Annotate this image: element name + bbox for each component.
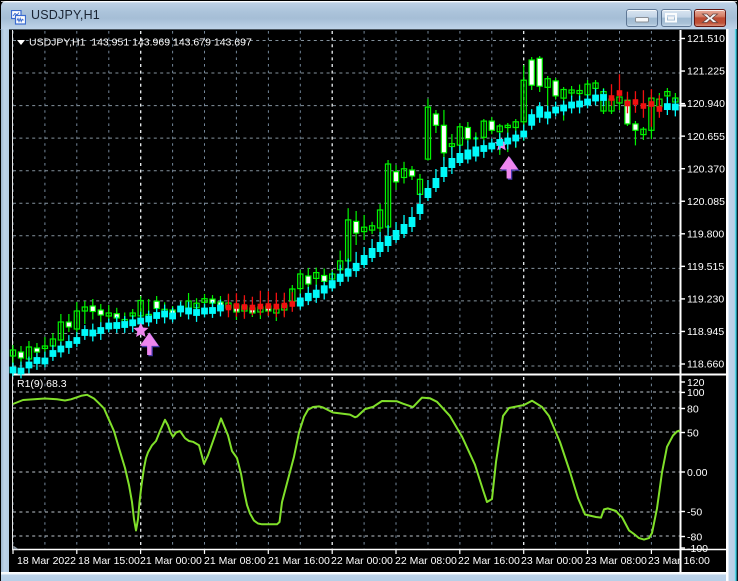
svg-text:118.945: 118.945 (687, 326, 724, 338)
svg-text:119.230: 119.230 (687, 294, 724, 306)
svg-text:23 Mar 08:00: 23 Mar 08:00 (585, 555, 647, 567)
svg-text:23 Mar 00:00: 23 Mar 00:00 (521, 555, 583, 567)
svg-text:120.370: 120.370 (687, 163, 725, 175)
svg-text:22 Mar 00:00: 22 Mar 00:00 (331, 555, 393, 567)
svg-text:23 Mar 16:00: 23 Mar 16:00 (648, 555, 710, 567)
svg-text:0.00: 0.00 (687, 467, 708, 479)
svg-text:21 Mar 16:00: 21 Mar 16:00 (268, 555, 330, 567)
svg-text:121.510: 121.510 (687, 33, 725, 45)
svg-text:121.225: 121.225 (687, 66, 725, 78)
svg-text:119.800: 119.800 (687, 228, 724, 240)
svg-text:80: 80 (687, 403, 699, 415)
svg-text:119.515: 119.515 (687, 261, 724, 273)
svg-text:120.655: 120.655 (687, 131, 725, 143)
svg-text:21 Mar 00:00: 21 Mar 00:00 (140, 555, 202, 567)
svg-text:22 Mar 08:00: 22 Mar 08:00 (395, 555, 457, 567)
svg-text:118.660: 118.660 (687, 359, 724, 371)
svg-text:100: 100 (687, 387, 705, 399)
svg-text:USDJPY,H1 143.951 143.969 143: USDJPY,H1 143.951 143.969 143.679 143.69… (29, 37, 252, 49)
svg-text:R1(9) 68.3: R1(9) 68.3 (17, 378, 67, 390)
svg-text:21 Mar 08:00: 21 Mar 08:00 (204, 555, 266, 567)
svg-text:120.085: 120.085 (687, 196, 725, 208)
svg-text:50: 50 (687, 427, 699, 439)
svg-text:22 Mar 16:00: 22 Mar 16:00 (458, 555, 520, 567)
svg-text:-50: -50 (687, 506, 702, 518)
svg-text:18 Mar 2022: 18 Mar 2022 (17, 555, 76, 567)
svg-text:18 Mar 15:00: 18 Mar 15:00 (78, 555, 140, 567)
svg-text:-80: -80 (687, 531, 702, 543)
svg-text:-100: -100 (687, 543, 708, 555)
svg-text:120.940: 120.940 (687, 98, 725, 110)
